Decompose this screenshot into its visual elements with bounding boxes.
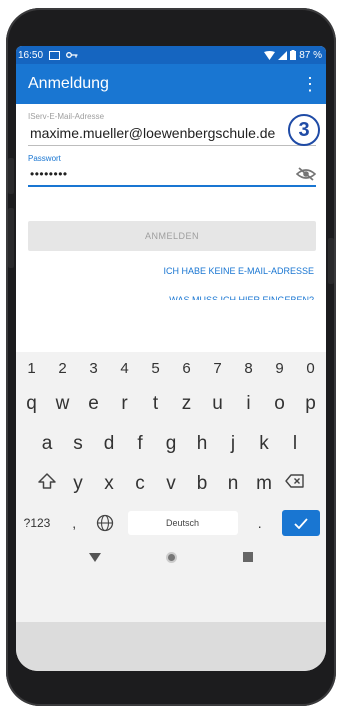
key-u[interactable]: u bbox=[202, 393, 233, 415]
keyboard-number-row: 1 2 3 4 5 6 7 8 9 0 bbox=[16, 352, 326, 384]
key-f[interactable]: f bbox=[125, 433, 156, 455]
key-2[interactable]: 2 bbox=[47, 360, 78, 377]
key-z[interactable]: z bbox=[171, 393, 202, 415]
password-label: Passwort bbox=[28, 154, 61, 163]
backspace-key[interactable] bbox=[280, 472, 311, 496]
key-g[interactable]: g bbox=[156, 433, 187, 455]
key-1[interactable]: 1 bbox=[16, 360, 47, 377]
enter-key[interactable] bbox=[281, 510, 320, 536]
key-q[interactable]: q bbox=[16, 393, 47, 415]
email-field[interactable]: maxime.mueller@loewenbergschule.de bbox=[28, 121, 316, 145]
power-button bbox=[328, 238, 334, 284]
key-4[interactable]: 4 bbox=[109, 360, 140, 377]
key-x[interactable]: x bbox=[94, 473, 125, 495]
volume-up-button bbox=[8, 158, 14, 194]
battery-percent: 87 % bbox=[299, 49, 322, 61]
key-n[interactable]: n bbox=[218, 473, 249, 495]
check-icon bbox=[294, 517, 308, 529]
login-button[interactable]: ANMELDEN bbox=[28, 221, 316, 251]
key-s[interactable]: s bbox=[63, 433, 94, 455]
email-underline bbox=[28, 145, 316, 146]
password-field[interactable]: •••••••• bbox=[28, 163, 296, 185]
page-title: Anmeldung bbox=[28, 75, 109, 92]
signal-icon bbox=[278, 50, 288, 60]
keyboard-bottom-row: ?123 , Deutsch . bbox=[16, 504, 326, 542]
space-key[interactable]: Deutsch bbox=[127, 511, 238, 535]
status-time: 16:50 bbox=[18, 49, 44, 61]
key-icon bbox=[66, 52, 78, 58]
key-h[interactable]: h bbox=[187, 433, 218, 455]
on-screen-keyboard: 1 2 3 4 5 6 7 8 9 0 q w e r t z u i o p … bbox=[16, 352, 326, 622]
wifi-icon bbox=[264, 50, 276, 60]
no-email-link[interactable]: ICH HABE KEINE E-MAIL-ADRESSE bbox=[28, 266, 316, 276]
key-5[interactable]: 5 bbox=[140, 360, 171, 377]
backspace-icon bbox=[285, 474, 304, 488]
key-c[interactable]: c bbox=[125, 473, 156, 495]
keyboard-row-2: a s d f g h j k l bbox=[16, 424, 326, 464]
key-t[interactable]: t bbox=[140, 393, 171, 415]
shift-key[interactable] bbox=[32, 472, 63, 496]
email-field-group: IServ-E-Mail-Adresse maxime.mueller@loew… bbox=[28, 112, 320, 146]
key-l[interactable]: l bbox=[280, 433, 311, 455]
back-icon[interactable] bbox=[88, 552, 101, 562]
key-a[interactable]: a bbox=[32, 433, 63, 455]
battery-icon bbox=[290, 50, 297, 60]
key-r[interactable]: r bbox=[109, 393, 140, 415]
key-o[interactable]: o bbox=[264, 393, 295, 415]
key-j[interactable]: j bbox=[218, 433, 249, 455]
password-underline bbox=[28, 185, 316, 187]
key-m[interactable]: m bbox=[249, 473, 280, 495]
cast-icon bbox=[49, 50, 61, 60]
app-bar: Anmeldung ⋮ bbox=[16, 64, 326, 104]
key-3[interactable]: 3 bbox=[78, 360, 109, 377]
key-y[interactable]: y bbox=[63, 473, 94, 495]
screen: 16:50 87 % Anmeldung ⋮ IServ-E-Mail-Adre… bbox=[16, 46, 326, 671]
key-9[interactable]: 9 bbox=[264, 360, 295, 377]
shift-icon bbox=[38, 473, 56, 489]
symbols-key[interactable]: ?123 bbox=[22, 516, 52, 530]
key-7[interactable]: 7 bbox=[202, 360, 233, 377]
volume-down-button bbox=[8, 208, 14, 268]
password-field-group: Passwort •••••••• bbox=[28, 154, 316, 187]
key-6[interactable]: 6 bbox=[171, 360, 202, 377]
email-label: IServ-E-Mail-Adresse bbox=[28, 112, 105, 121]
recents-icon[interactable] bbox=[243, 552, 254, 562]
key-d[interactable]: d bbox=[94, 433, 125, 455]
keyboard-row-3: y x c v b n m bbox=[16, 464, 326, 504]
globe-icon[interactable] bbox=[96, 514, 114, 532]
period-key[interactable]: . bbox=[251, 515, 269, 531]
key-v[interactable]: v bbox=[156, 473, 187, 495]
what-to-enter-link[interactable]: WAS MUSS ICH HIER EINGEBEN? bbox=[28, 292, 316, 300]
key-8[interactable]: 8 bbox=[233, 360, 264, 377]
comma-key[interactable]: , bbox=[65, 515, 83, 531]
navigation-bar bbox=[16, 542, 326, 572]
home-icon[interactable] bbox=[166, 551, 178, 563]
key-e[interactable]: e bbox=[78, 393, 109, 415]
step-badge: 3 bbox=[288, 114, 320, 146]
key-b[interactable]: b bbox=[187, 473, 218, 495]
keyboard-row-1: q w e r t z u i o p bbox=[16, 384, 326, 424]
status-bar: 16:50 87 % bbox=[16, 46, 326, 64]
key-i[interactable]: i bbox=[233, 393, 264, 415]
key-0[interactable]: 0 bbox=[295, 360, 326, 377]
eye-off-icon[interactable] bbox=[296, 166, 316, 182]
bottom-area bbox=[16, 622, 326, 671]
key-p[interactable]: p bbox=[295, 393, 326, 415]
key-w[interactable]: w bbox=[47, 393, 78, 415]
key-k[interactable]: k bbox=[249, 433, 280, 455]
login-form: IServ-E-Mail-Adresse maxime.mueller@loew… bbox=[16, 112, 326, 300]
more-vert-icon[interactable]: ⋮ bbox=[300, 74, 320, 95]
